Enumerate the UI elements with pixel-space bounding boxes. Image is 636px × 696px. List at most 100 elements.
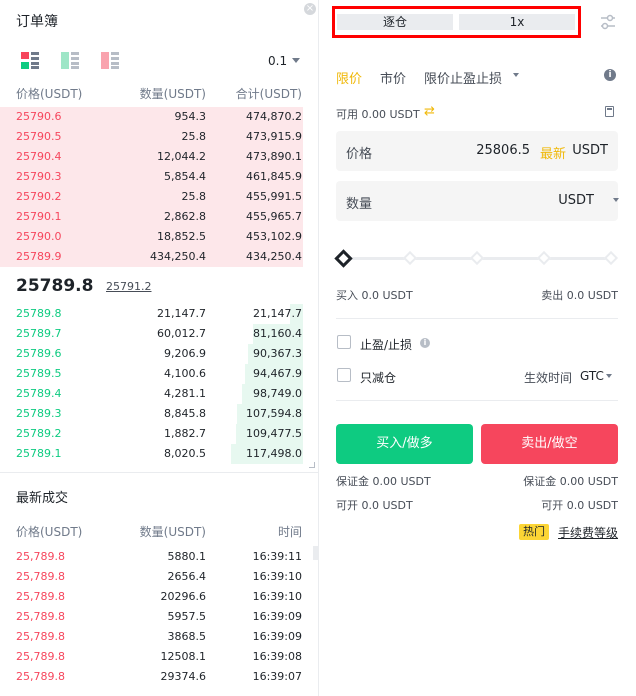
slider-handle[interactable] — [334, 249, 353, 268]
tab-limit[interactable]: 限价 — [336, 68, 362, 87]
bid-row[interactable]: 25789.6 9,206.9 90,367.3 — [0, 344, 318, 364]
book-both-icon[interactable] — [21, 52, 39, 69]
trade-price: 25,789.8 — [16, 670, 65, 683]
tp-sl-label[interactable]: 止盈/止损 — [360, 336, 412, 353]
quantity-unit-select[interactable]: USDT — [558, 193, 594, 208]
mark-price[interactable]: 25791.2 — [106, 280, 152, 293]
sliders-icon[interactable] — [600, 14, 616, 30]
trade-row[interactable]: 25,789.8 12508.1 16:39:08 — [0, 647, 318, 667]
bid-row[interactable]: 25789.3 8,845.8 107,594.8 — [0, 404, 318, 424]
trades-col-price: 价格(USDT) — [16, 525, 83, 539]
quantity-label: 数量 — [346, 197, 373, 212]
sell-short-button[interactable]: 卖出/做空 — [481, 424, 618, 464]
trade-row[interactable]: 25,789.8 5880.1 16:39:11 — [0, 547, 318, 567]
info-icon[interactable]: i — [604, 69, 616, 81]
bid-row[interactable]: 25789.7 60,012.7 81,160.4 — [0, 324, 318, 344]
bid-qty: 9,206.9 — [164, 347, 206, 360]
price-value[interactable]: 25806.5 — [476, 143, 530, 158]
trades-col-time: 时间 — [277, 525, 302, 539]
ask-price: 25790.3 — [16, 170, 62, 183]
chevron-down-icon[interactable] — [292, 58, 300, 63]
trade-time: 16:39:11 — [252, 550, 302, 563]
ask-row[interactable]: 25789.9 434,250.4 434,250.4 — [0, 247, 318, 267]
ask-total: 473,915.9 — [246, 130, 302, 143]
chevron-down-icon[interactable] — [606, 374, 612, 378]
ask-qty: 25.8 — [181, 130, 207, 143]
bid-qty: 8,845.8 — [164, 407, 206, 420]
bid-total: 117,498.0 — [246, 447, 302, 460]
ask-row[interactable]: 25790.2 25.8 455,991.5 — [0, 187, 318, 207]
book-asks-icon[interactable] — [101, 52, 119, 69]
slider-mark-75[interactable] — [536, 250, 552, 266]
trade-price: 25,789.8 — [16, 570, 65, 583]
chevron-down-icon[interactable] — [513, 73, 519, 77]
time-in-force-label: 生效时间 — [524, 371, 573, 385]
trade-row[interactable]: 25,789.8 29374.6 16:39:07 — [0, 667, 318, 687]
precision-select[interactable]: 0.1 — [268, 54, 287, 68]
trade-row[interactable]: 25,789.8 3868.5 16:39:09 — [0, 627, 318, 647]
margin-mode-button[interactable]: 逐仓 — [337, 14, 453, 30]
reduce-only-checkbox[interactable] — [337, 368, 351, 382]
bid-row[interactable]: 25789.8 21,147.7 21,147.7 — [0, 304, 318, 324]
ask-row[interactable]: 25790.4 12,044.2 473,890.1 — [0, 147, 318, 167]
fee-tier-link[interactable]: 手续费等级 — [558, 524, 618, 541]
slider-mark-25[interactable] — [402, 250, 418, 266]
calculator-icon[interactable] — [605, 106, 614, 117]
divider — [336, 318, 618, 319]
book-bids-icon[interactable] — [61, 52, 79, 69]
ask-total: 455,965.7 — [246, 210, 302, 223]
ask-price: 25790.5 — [16, 130, 62, 143]
trade-time: 16:39:09 — [252, 610, 302, 623]
transfer-icon[interactable]: ⇄ — [424, 104, 435, 119]
leverage-button[interactable]: 1x — [459, 14, 575, 30]
bid-row[interactable]: 25789.4 4,281.1 98,749.0 — [0, 384, 318, 404]
resize-handle-icon[interactable] — [309, 462, 315, 468]
ask-price: 25790.4 — [16, 150, 62, 163]
bid-price: 25789.5 — [16, 367, 62, 380]
col-price: 价格(USDT) — [16, 87, 83, 101]
trade-row[interactable]: 25,789.8 2656.4 16:39:10 — [0, 567, 318, 587]
reduce-only-label[interactable]: 只减仓 — [360, 369, 396, 386]
close-icon[interactable]: × — [304, 3, 316, 15]
ask-qty: 5,854.4 — [164, 170, 206, 183]
trade-qty: 5880.1 — [167, 550, 207, 563]
bid-row[interactable]: 25789.5 4,100.6 94,467.9 — [0, 364, 318, 384]
scrollbar[interactable] — [313, 546, 318, 560]
ask-price: 25790.0 — [16, 230, 62, 243]
ask-row[interactable]: 25790.5 25.8 473,915.9 — [0, 127, 318, 147]
ask-total: 453,102.9 — [246, 230, 302, 243]
trades-col-qty: 数量(USDT) — [139, 525, 206, 539]
slider-mark-100[interactable] — [603, 250, 619, 266]
divider — [336, 400, 618, 401]
trade-price: 25,789.8 — [16, 550, 65, 563]
ask-total: 455,991.5 — [246, 190, 302, 203]
tp-sl-checkbox[interactable] — [337, 335, 351, 349]
price-input[interactable]: 价格 25806.5 最新 USDT — [336, 131, 618, 171]
info-icon[interactable]: i — [420, 338, 430, 348]
trade-row[interactable]: 25,789.8 20296.6 16:39:10 — [0, 587, 318, 607]
trade-row[interactable]: 25,789.8 5957.5 16:39:09 — [0, 607, 318, 627]
ask-row[interactable]: 25790.0 18,852.5 453,102.9 — [0, 227, 318, 247]
slider-mark-50[interactable] — [469, 250, 485, 266]
tab-market[interactable]: 市价 — [380, 68, 406, 87]
bid-row[interactable]: 25789.1 8,020.5 117,498.0 — [0, 444, 318, 464]
sell-margin: 保证金 0.00 USDT — [523, 475, 618, 488]
latest-price-button[interactable]: 最新 — [540, 143, 566, 162]
time-in-force-select[interactable]: GTC — [580, 369, 604, 383]
trade-price: 25,789.8 — [16, 610, 65, 623]
ask-row[interactable]: 25790.6 954.3 474,870.2 — [0, 107, 318, 127]
col-qty: 数量(USDT) — [139, 87, 206, 101]
bid-total: 90,367.3 — [253, 347, 302, 360]
bid-price: 25789.2 — [16, 427, 62, 440]
bid-row[interactable]: 25789.2 1,882.7 109,477.5 — [0, 424, 318, 444]
ask-row[interactable]: 25790.1 2,862.8 455,965.7 — [0, 207, 318, 227]
tab-stop-limit[interactable]: 限价止盈止损 — [424, 68, 502, 87]
quantity-input[interactable]: 数量 USDT — [336, 181, 619, 221]
trade-time: 16:39:10 — [252, 590, 302, 603]
buy-long-button[interactable]: 买入/做多 — [336, 424, 473, 464]
ask-price: 25790.1 — [16, 210, 62, 223]
trade-time: 16:39:08 — [252, 650, 302, 663]
chevron-down-icon[interactable] — [613, 198, 619, 202]
ask-row[interactable]: 25790.3 5,854.4 461,845.9 — [0, 167, 318, 187]
ask-total: 461,845.9 — [246, 170, 302, 183]
